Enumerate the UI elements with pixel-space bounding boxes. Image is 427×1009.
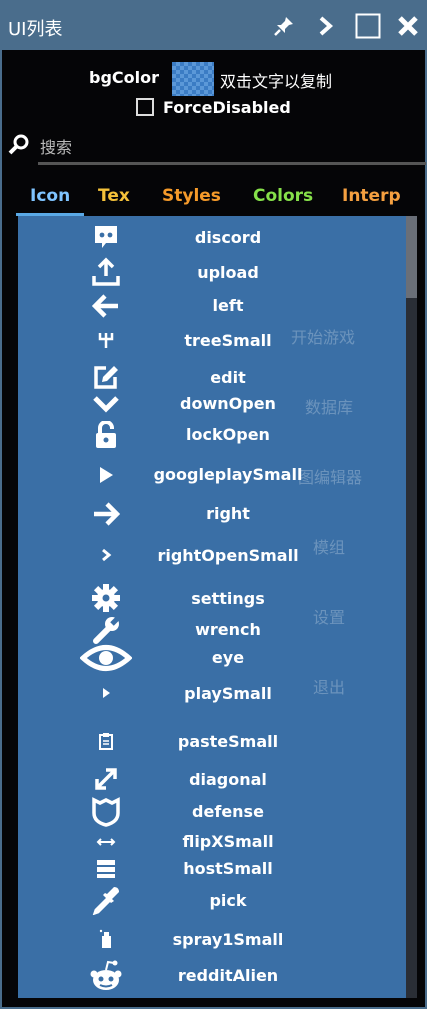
bgcolor-row: bgColor 双击文字以复制 — [2, 60, 425, 96]
list-item[interactable]: right — [18, 498, 406, 530]
list-item[interactable]: spray1Small — [18, 926, 406, 952]
list-item[interactable]: defense — [18, 796, 406, 828]
scrollbar[interactable] — [406, 216, 417, 998]
icon-list[interactable]: 开始游戏 数据库 图编辑器 模组 设置 退出 discord upload le… — [18, 216, 406, 998]
upload-icon — [88, 256, 124, 288]
icon-name: hostSmall — [183, 859, 273, 878]
discord-icon — [88, 222, 124, 252]
copy-hint: 双击文字以复制 — [220, 72, 333, 91]
gear-icon — [88, 582, 124, 614]
icon-name: left — [212, 296, 244, 315]
icon-name: defense — [192, 802, 264, 821]
close-icon[interactable] — [394, 12, 422, 40]
spray-icon — [88, 928, 124, 950]
window-title: UI列表 — [8, 19, 63, 40]
icon-name: lockOpen — [186, 425, 270, 444]
search-icon — [8, 134, 30, 160]
list-item[interactable]: wrench — [18, 615, 406, 644]
icon-name: diagonal — [189, 770, 267, 789]
tab-bar: Icon Tex Styles Colors Interp — [16, 182, 416, 216]
icon-name: wrench — [195, 620, 261, 639]
bgcolor-swatch[interactable] — [172, 62, 214, 96]
pick-icon — [88, 884, 124, 916]
list-item[interactable]: playSmall — [18, 680, 406, 706]
list-item[interactable]: left — [18, 292, 406, 320]
eye-icon — [78, 642, 134, 674]
force-disabled-checkbox[interactable] — [136, 98, 154, 116]
icon-name: playSmall — [184, 684, 272, 703]
list-item[interactable]: flipXSmall — [18, 830, 406, 854]
list-item[interactable]: hostSmall — [18, 856, 406, 882]
list-item[interactable]: settings — [18, 582, 406, 614]
arrow-left-icon — [88, 292, 124, 320]
tab-interp[interactable]: Interp — [342, 186, 401, 206]
search-underline — [38, 162, 426, 165]
shield-icon — [88, 796, 124, 828]
scrollbar-thumb[interactable] — [406, 216, 417, 298]
maximize-button[interactable] — [354, 12, 382, 40]
icon-name: upload — [197, 263, 259, 282]
list-item[interactable]: pick — [18, 884, 406, 916]
list-item[interactable]: diagonal — [18, 764, 406, 794]
icon-name: rightOpenSmall — [157, 546, 299, 565]
force-disabled-label: ForceDisabled — [163, 98, 291, 117]
list-item[interactable]: treeSmall — [18, 326, 406, 354]
icon-name: edit — [210, 368, 246, 387]
tab-styles[interactable]: Styles — [162, 186, 221, 206]
chevron-right-icon[interactable] — [312, 12, 340, 40]
search-input[interactable]: 搜索 — [40, 134, 72, 158]
icon-name: flipXSmall — [182, 832, 274, 851]
paste-icon — [88, 730, 124, 752]
list-item[interactable]: eye — [18, 644, 406, 672]
play-small-icon — [88, 682, 124, 704]
icon-name: downOpen — [180, 394, 276, 413]
tab-tex[interactable]: Tex — [98, 186, 130, 206]
flip-x-icon — [88, 832, 124, 852]
list-item[interactable]: upload — [18, 256, 406, 288]
chevron-right-icon — [88, 544, 124, 566]
list-item[interactable]: rightOpenSmall — [18, 542, 406, 568]
list-item[interactable]: redditAlien — [18, 958, 406, 994]
reddit-icon — [88, 958, 124, 994]
play-icon — [88, 463, 124, 487]
icon-name: eye — [211, 648, 245, 667]
bgcolor-label[interactable]: bgColor — [89, 68, 159, 87]
list-item[interactable]: discord — [18, 220, 406, 254]
tab-icon[interactable]: Icon — [30, 186, 70, 206]
icon-name: pick — [209, 891, 247, 910]
icon-name: redditAlien — [177, 966, 279, 985]
list-item[interactable]: edit — [18, 362, 406, 392]
title-bar[interactable]: UI列表 — [2, 2, 425, 50]
arrow-right-icon — [88, 500, 124, 528]
lock-open-icon — [88, 420, 124, 450]
chevron-down-icon — [88, 392, 124, 416]
list-item[interactable]: downOpen — [18, 392, 406, 418]
diagonal-icon — [88, 764, 124, 794]
list-item[interactable]: pasteSmall — [18, 728, 406, 754]
edit-icon — [88, 362, 124, 392]
icon-name: settings — [191, 589, 265, 608]
list-item[interactable]: lockOpen — [18, 420, 406, 450]
search-bar: 搜索 — [8, 132, 426, 165]
icon-name: discord — [194, 228, 262, 247]
host-icon — [88, 858, 124, 880]
icon-name: right — [206, 504, 250, 523]
icon-name: pasteSmall — [177, 732, 279, 751]
tab-colors[interactable]: Colors — [253, 186, 313, 206]
ui-list-window: UI列表 bgColor 双击文字以复制 ForceDisabled 搜索 Ic… — [0, 0, 427, 1009]
icon-name: spray1Small — [172, 930, 284, 949]
list-item[interactable]: googleplaySmall — [18, 460, 406, 490]
icon-name: treeSmall — [184, 331, 272, 350]
icon-name: googleplaySmall — [153, 465, 303, 484]
tree-icon — [88, 328, 124, 352]
pin-icon[interactable] — [270, 12, 298, 40]
